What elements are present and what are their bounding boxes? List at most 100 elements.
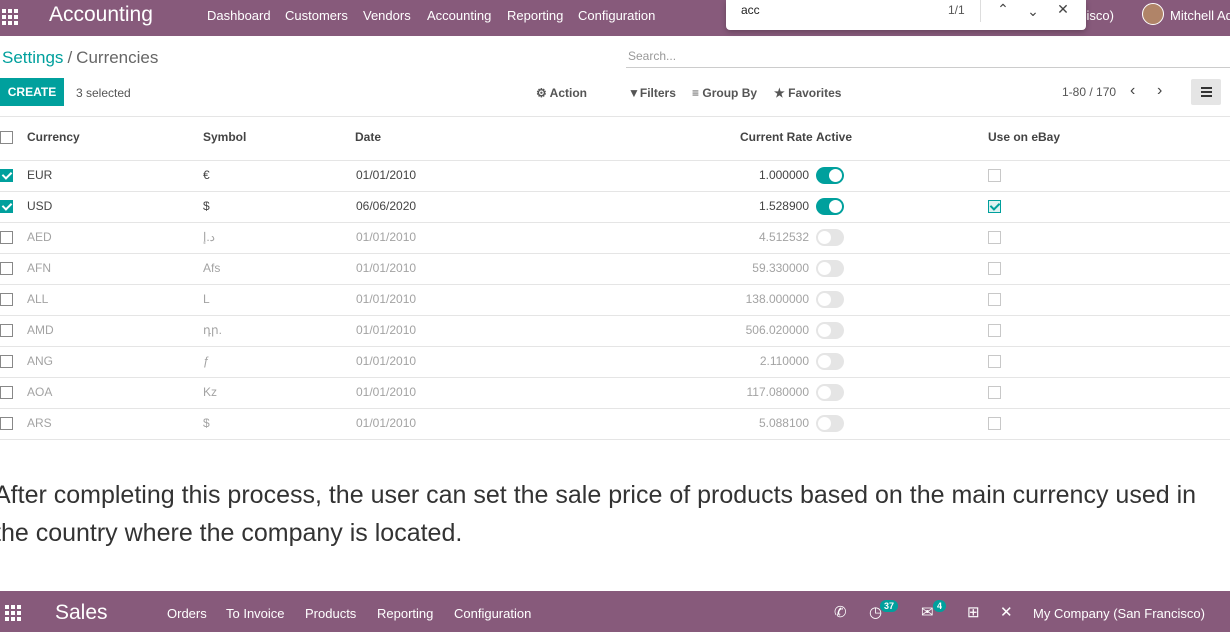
active-toggle[interactable] <box>816 291 844 308</box>
column-header-currency[interactable]: Currency <box>27 130 80 144</box>
cell-date: 01/01/2010 <box>356 385 417 399</box>
find-divider <box>980 0 981 22</box>
app-title[interactable]: Accounting <box>49 3 153 27</box>
table-row[interactable]: ALL L 01/01/2010 138.000000 <box>0 284 1230 315</box>
table-row[interactable]: AFN Afs 01/01/2010 59.330000 <box>0 253 1230 284</box>
use-on-ebay-checkbox[interactable] <box>988 231 1001 244</box>
column-header-symbol[interactable]: Symbol <box>203 130 246 144</box>
table-row[interactable]: AOA Kz 01/01/2010 117.080000 <box>0 377 1230 408</box>
menu-products[interactable]: Products <box>305 606 356 621</box>
cell-date: 01/01/2010 <box>356 323 417 337</box>
find-input[interactable]: acc <box>741 3 760 17</box>
find-previous-icon[interactable]: ⌃ <box>992 0 1014 20</box>
chevron-left-icon[interactable]: ‹ <box>1130 82 1135 100</box>
gift-icon[interactable]: ⊞ <box>967 603 980 621</box>
user-menu[interactable]: Mitchell Ad <box>1170 8 1230 23</box>
phone-icon[interactable]: ✆ <box>834 603 847 621</box>
use-on-ebay-checkbox[interactable] <box>988 386 1001 399</box>
column-header-current-rate[interactable]: Current Rate <box>740 130 813 144</box>
row-select-checkbox[interactable] <box>0 200 13 213</box>
cell-date: 01/01/2010 <box>356 354 417 368</box>
list-view-icon[interactable] <box>1191 79 1221 105</box>
row-select-checkbox[interactable] <box>0 262 13 275</box>
use-on-ebay-checkbox[interactable] <box>988 324 1001 337</box>
table-row[interactable]: ANG ƒ 01/01/2010 2.110000 <box>0 346 1230 377</box>
chevron-right-icon[interactable]: › <box>1157 82 1162 100</box>
use-on-ebay-checkbox[interactable] <box>988 293 1001 306</box>
search-input[interactable]: Search... <box>626 46 1230 68</box>
avatar[interactable] <box>1142 3 1164 25</box>
column-header-active[interactable]: Active <box>816 130 852 144</box>
table-row[interactable]: EUR €01/01/2010 1.000000 <box>0 160 1230 191</box>
menu-reporting[interactable]: Reporting <box>377 606 433 621</box>
column-header-use-on-ebay[interactable]: Use on eBay <box>988 130 1060 144</box>
cell-current-rate: 506.020000 <box>745 323 809 337</box>
cell-symbol: $ <box>203 199 210 213</box>
company-switcher[interactable]: My Company (San Francisco) <box>1033 606 1205 621</box>
cell-date: 01/01/2010 <box>356 168 417 182</box>
sales-app-title[interactable]: Sales <box>55 601 108 625</box>
active-toggle[interactable] <box>816 384 844 401</box>
find-next-icon[interactable]: ⌄ <box>1022 2 1044 22</box>
active-toggle[interactable] <box>816 260 844 277</box>
table-row[interactable]: AMD դր. 01/01/2010 506.020000 <box>0 315 1230 346</box>
pager-value[interactable]: 1-80 / 170 <box>1062 85 1116 99</box>
apps-grid-icon[interactable] <box>2 9 18 25</box>
active-toggle[interactable] <box>816 167 844 184</box>
menu-to-invoice[interactable]: To Invoice <box>226 606 285 621</box>
row-select-checkbox[interactable] <box>0 169 13 182</box>
menu-reporting[interactable]: Reporting <box>507 8 563 23</box>
row-select-checkbox[interactable] <box>0 293 13 306</box>
row-select-checkbox[interactable] <box>0 355 13 368</box>
menu-accounting[interactable]: Accounting <box>427 8 491 23</box>
menu-customers[interactable]: Customers <box>285 8 348 23</box>
table-row[interactable]: AED د.إ 01/01/2010 4.512532 <box>0 222 1230 253</box>
row-select-checkbox[interactable] <box>0 386 13 399</box>
active-toggle[interactable] <box>816 353 844 370</box>
breadcrumb-settings[interactable]: Settings <box>2 48 63 67</box>
cell-date: 01/01/2010 <box>356 292 417 306</box>
table-top-border <box>0 116 1230 117</box>
menu-configuration[interactable]: Configuration <box>454 606 531 621</box>
active-toggle[interactable] <box>816 229 844 246</box>
active-toggle[interactable] <box>816 322 844 339</box>
create-button[interactable]: CREATE <box>0 78 64 106</box>
use-on-ebay-checkbox[interactable] <box>988 417 1001 430</box>
active-toggle[interactable] <box>816 415 844 432</box>
use-on-ebay-checkbox[interactable] <box>988 169 1001 182</box>
row-select-checkbox[interactable] <box>0 417 13 430</box>
menu-orders[interactable]: Orders <box>167 606 207 621</box>
menu-vendors[interactable]: Vendors <box>363 8 411 23</box>
favorites-dropdown[interactable]: ★ Favorites <box>774 86 841 100</box>
group-by-icon: ≡ <box>692 86 700 100</box>
use-on-ebay-checkbox[interactable] <box>988 355 1001 368</box>
selection-count: 3 selected <box>76 86 131 100</box>
breadcrumb: Settings / Currencies <box>2 48 158 68</box>
group-by-dropdown[interactable]: ≡ Group By <box>692 86 757 100</box>
action-dropdown[interactable]: ⚙ Action <box>536 86 587 100</box>
find-close-icon[interactable]: ✕ <box>1052 0 1074 20</box>
row-select-checkbox[interactable] <box>0 231 13 244</box>
cell-currency: EUR <box>27 168 53 182</box>
cell-symbol: L <box>203 292 210 306</box>
row-select-checkbox[interactable] <box>0 324 13 337</box>
column-header-date[interactable]: Date <box>355 130 381 144</box>
use-on-ebay-checkbox[interactable] <box>988 200 1001 213</box>
filters-dropdown[interactable]: ▼Filters <box>628 86 676 100</box>
menu-dashboard[interactable]: Dashboard <box>207 8 271 23</box>
use-on-ebay-checkbox[interactable] <box>988 262 1001 275</box>
select-all-checkbox[interactable] <box>0 131 13 144</box>
find-bar: acc 1/1 ⌃ ⌄ ✕ <box>726 0 1086 30</box>
menu-configuration[interactable]: Configuration <box>578 8 655 23</box>
tools-icon[interactable]: ✕ <box>1000 603 1013 621</box>
message-count-badge: 4 <box>933 600 947 612</box>
cell-current-rate: 4.512532 <box>758 230 809 244</box>
page-title: Currencies <box>76 48 159 67</box>
chat-icon[interactable]: ✉ <box>921 603 934 621</box>
table-row[interactable]: USD $06/06/2020 1.528900 <box>0 191 1230 222</box>
table-row[interactable]: ARS $01/01/2010 5.088100 <box>0 408 1230 439</box>
activity-count-badge: 37 <box>880 600 899 612</box>
active-toggle[interactable] <box>816 198 844 215</box>
apps-grid-icon[interactable] <box>5 605 21 621</box>
cell-currency: ALL <box>27 292 49 306</box>
